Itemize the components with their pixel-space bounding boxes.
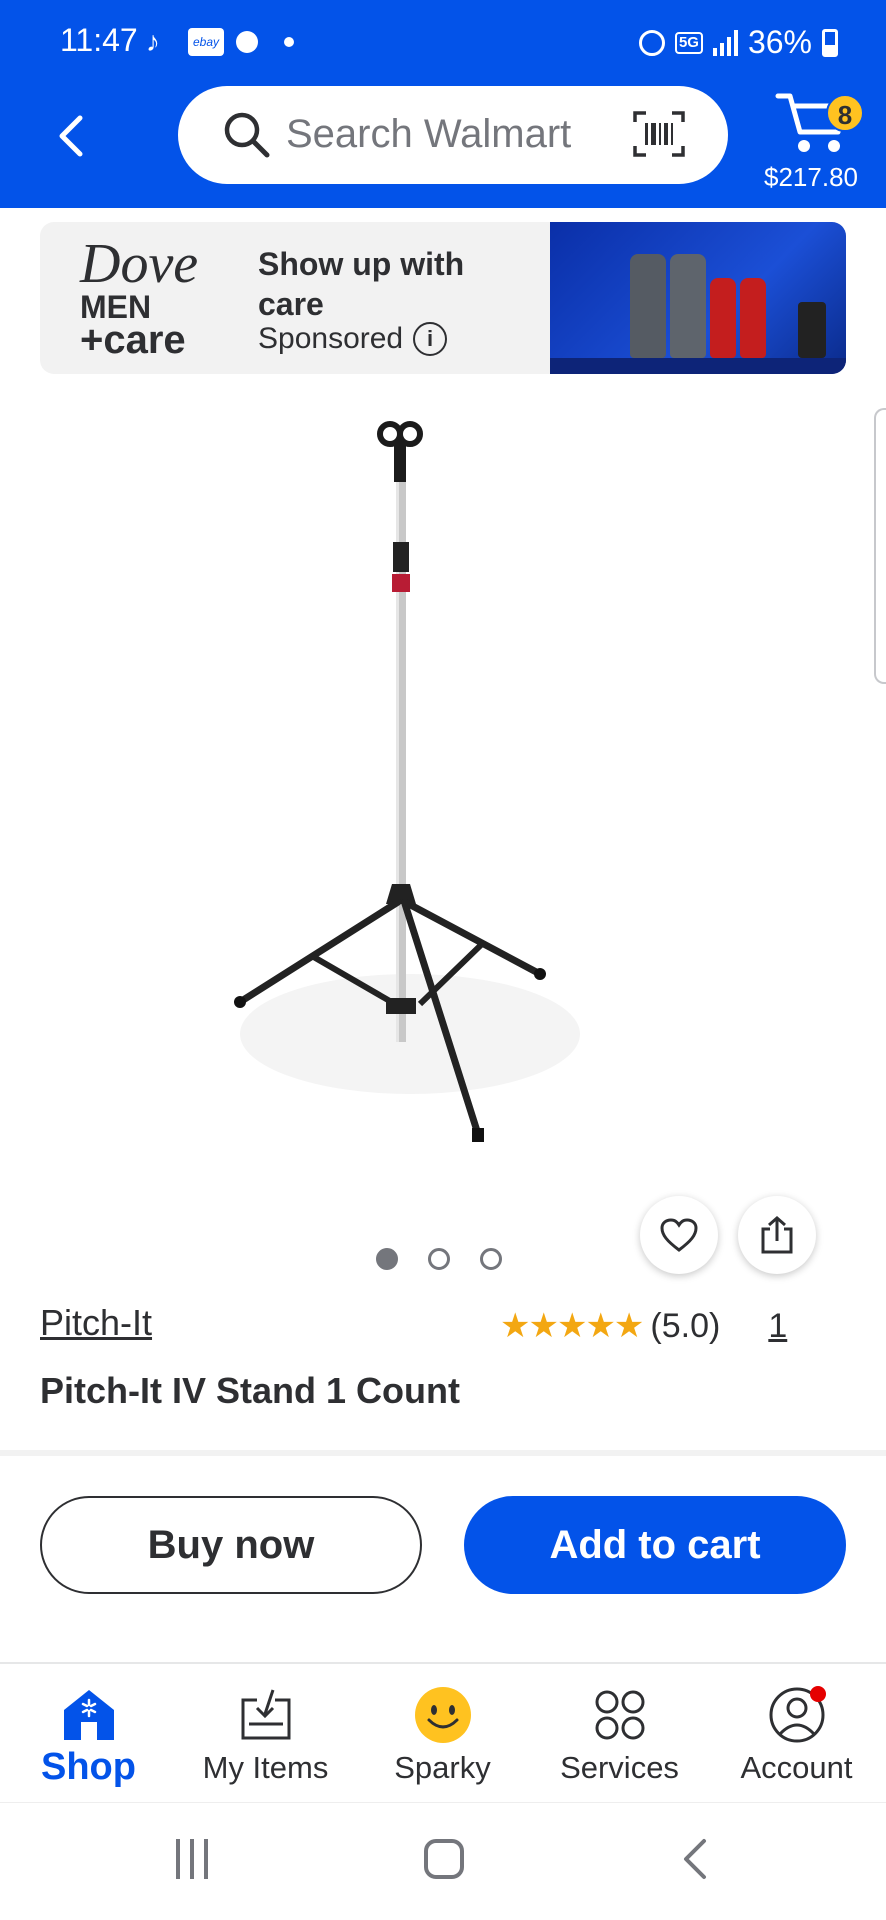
favorite-button[interactable]: [640, 1196, 718, 1274]
pager-dot-2[interactable]: [428, 1248, 450, 1270]
sponsored-label: Sponsored i: [258, 322, 448, 356]
image-pager[interactable]: [376, 1248, 502, 1270]
cart-count-badge: 8: [826, 94, 864, 132]
sparky-icon: [414, 1687, 471, 1743]
rating-score: (5.0): [650, 1306, 721, 1345]
rating-summary[interactable]: ★★★★★ (5.0) 1: [500, 1306, 787, 1346]
back-arrow-icon[interactable]: [52, 112, 92, 160]
nav-account[interactable]: Account: [708, 1664, 885, 1804]
notification-icons: ♪ ebay: [146, 26, 294, 58]
barcode-scan-icon[interactable]: [632, 110, 686, 158]
ad-product-image: [550, 222, 846, 374]
brand-link[interactable]: Pitch-It: [40, 1302, 152, 1344]
home-icon[interactable]: [424, 1839, 464, 1879]
dove-men-care-logo: Dove MEN +care: [80, 233, 199, 362]
my-items-icon: [241, 1689, 290, 1740]
scroll-indicator[interactable]: [874, 408, 886, 684]
ebay-icon: ebay: [188, 28, 224, 56]
tiktok-icon: ♪: [146, 26, 160, 57]
recent-apps-icon[interactable]: [176, 1839, 208, 1879]
shop-icon: [63, 1690, 114, 1740]
search-input[interactable]: Search Walmart: [286, 112, 571, 157]
bottom-navigation: Shop My Items Sparky Services Account: [0, 1662, 886, 1802]
alarm-icon: [638, 29, 665, 56]
account-icon: [769, 1686, 826, 1743]
network-icon: 5G: [674, 31, 703, 54]
search-bar[interactable]: Search Walmart: [178, 86, 728, 184]
sponsored-ad-banner[interactable]: Dove MEN +care Show up with care Sponsor…: [40, 222, 846, 374]
more-notifications-icon: [284, 37, 294, 47]
nav-sparky[interactable]: Sparky: [354, 1664, 531, 1804]
cart-button[interactable]: 8 $217.80: [764, 88, 870, 198]
share-button[interactable]: [738, 1196, 816, 1274]
system-navigation-bar: [0, 1802, 886, 1920]
app-header: 11:47 ♪ ebay 5G 36% Search Walmart 8 $21…: [0, 0, 886, 208]
info-icon[interactable]: i: [413, 322, 448, 356]
pager-dot-1[interactable]: [376, 1248, 398, 1270]
system-back-icon[interactable]: [676, 1837, 716, 1881]
ad-headline: Show up with care: [258, 246, 465, 322]
add-to-cart-button[interactable]: Add to cart: [464, 1496, 846, 1594]
pager-dot-3[interactable]: [480, 1248, 502, 1270]
buy-now-button[interactable]: Buy now: [40, 1496, 422, 1594]
share-icon: [761, 1216, 793, 1254]
star-rating-icon: ★★★★★: [500, 1307, 644, 1345]
search-icon: [224, 112, 270, 158]
review-count-link[interactable]: 1: [768, 1307, 787, 1346]
status-right: 5G 36%: [638, 24, 838, 61]
status-bar: 11:47 ♪ ebay 5G 36%: [0, 0, 886, 84]
product-title: Pitch-It IV Stand 1 Count: [40, 1370, 460, 1411]
cart-total: $217.80: [764, 162, 858, 192]
status-time: 11:47: [60, 22, 138, 58]
nav-shop[interactable]: Shop: [0, 1664, 177, 1804]
nav-services[interactable]: Services: [531, 1664, 708, 1804]
nav-my-items[interactable]: My Items: [177, 1664, 354, 1804]
section-divider: [0, 1450, 886, 1456]
battery-icon: [822, 28, 838, 57]
signal-icon: [712, 29, 738, 56]
services-icon: [595, 1690, 644, 1740]
notification-dot-icon: [236, 31, 258, 53]
heart-icon: [660, 1218, 698, 1252]
battery-percent: 36%: [747, 24, 812, 60]
product-image[interactable]: [220, 414, 600, 1164]
